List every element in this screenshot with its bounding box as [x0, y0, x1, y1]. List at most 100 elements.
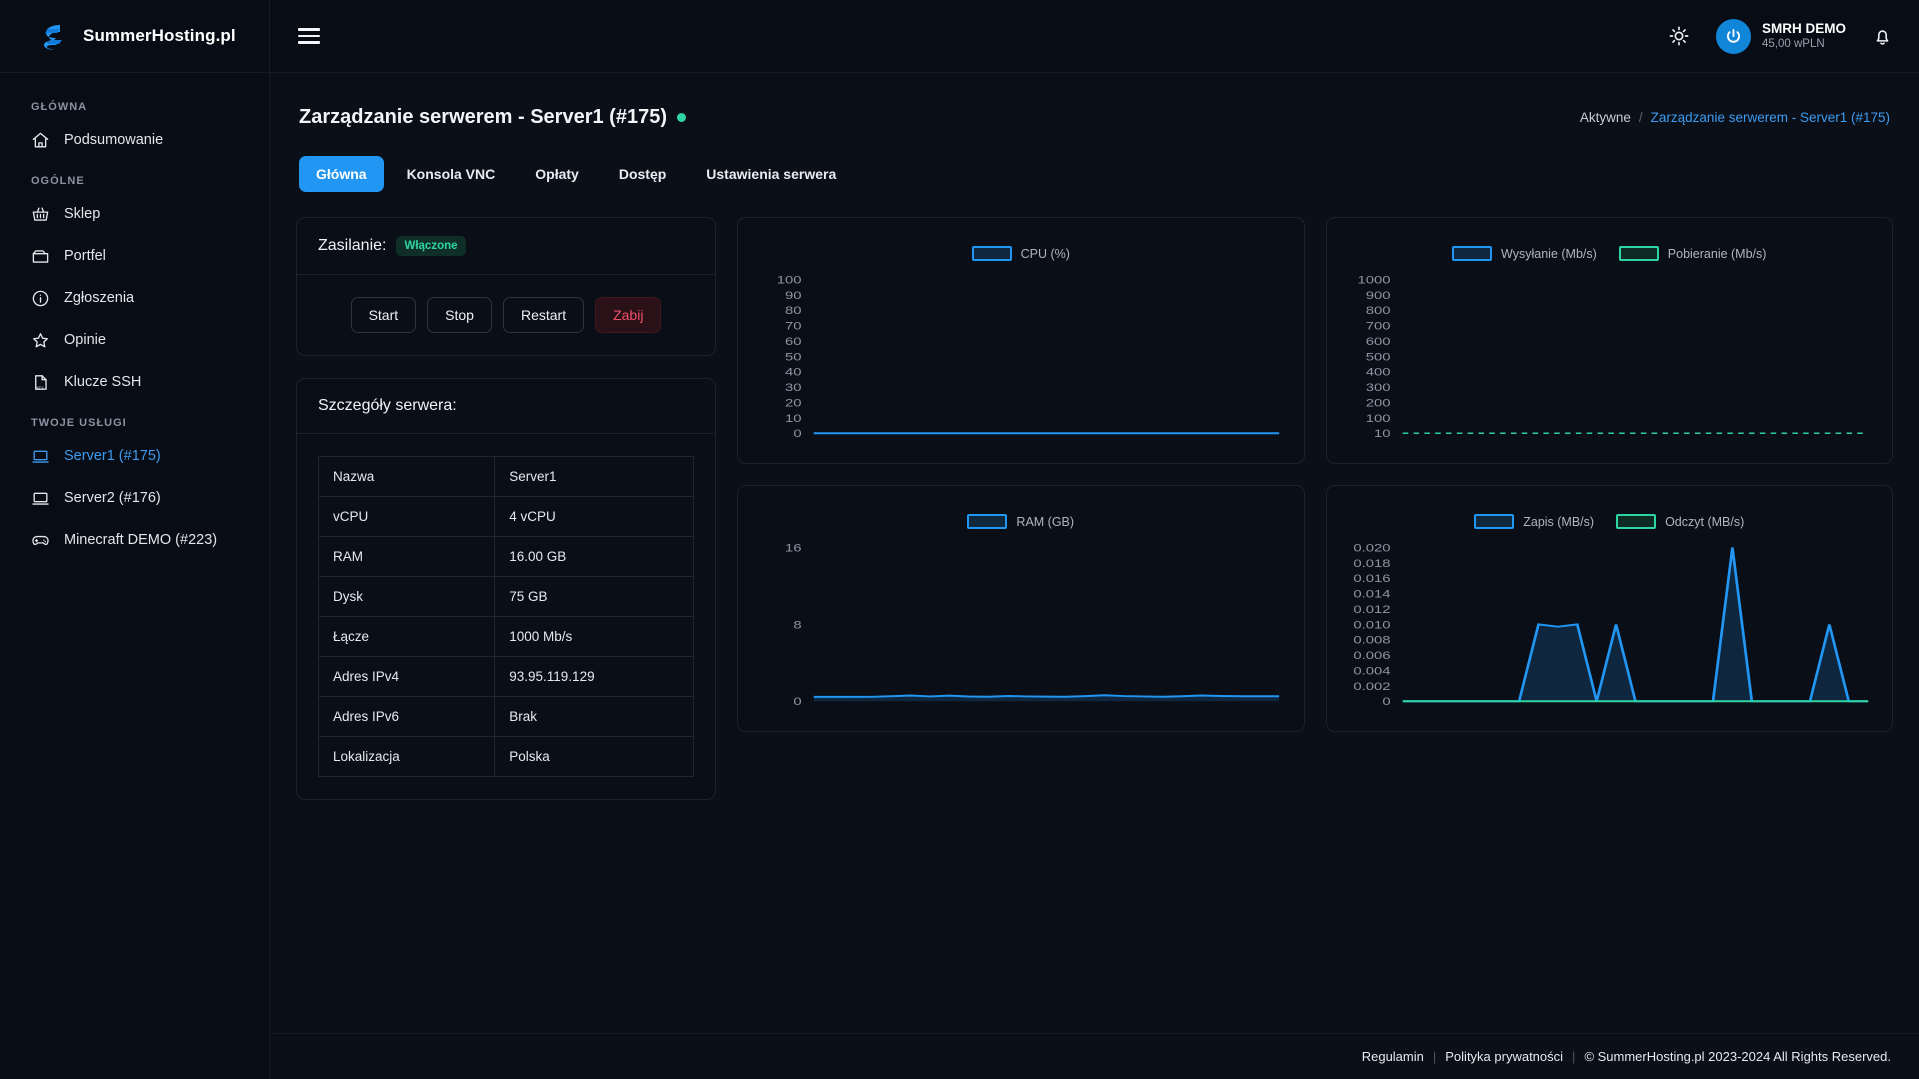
power-card: Zasilanie: Włączone Start Stop Restart Z…	[296, 217, 716, 356]
restart-button[interactable]: Restart	[502, 297, 585, 333]
tabs: Główna Konsola VNC Opłaty Dostęp Ustawie…	[299, 156, 1893, 192]
row-value: 16.00 GB	[494, 536, 694, 577]
footer-terms-link[interactable]: Regulamin	[1362, 1049, 1424, 1064]
sidebar-item-label: Server2 (#176)	[64, 490, 161, 506]
tab-dostep[interactable]: Dostęp	[602, 156, 683, 192]
page-header: Zarządzanie serwerem - Server1 (#175) Ak…	[296, 73, 1893, 129]
topbar: SMRH DEMO 45,00 wPLN	[270, 0, 1919, 73]
wallet-icon	[31, 247, 50, 266]
svg-text:900: 900	[1365, 289, 1390, 302]
sidebar-item-server2[interactable]: Server2 (#176)	[0, 477, 269, 519]
charts-row-top: CPU (%) 100 90 80 70 60 50 40 30 20 10 0 Wysyłanie…	[737, 217, 1893, 464]
footer-divider: |	[1432, 1049, 1437, 1064]
row-key: Adres IPv6	[317, 696, 496, 737]
footer-divider: |	[1572, 1049, 1576, 1064]
row-value: Brak	[494, 696, 694, 737]
page-title-text: Zarządzanie serwerem - Server1 (#175)	[299, 106, 667, 128]
server-details-table: Nazwa Server1 vCPU 4 vCPU RAM 16.00 GB Dysk…	[317, 456, 694, 777]
svg-text:0.002: 0.002	[1353, 680, 1390, 693]
power-label: Zasilanie:	[318, 237, 387, 254]
sidebar-item-sklep[interactable]: Sklep	[0, 193, 269, 235]
table-row: RAM 16.00 GB	[317, 536, 694, 577]
laptop-icon	[31, 447, 50, 466]
svg-text:50: 50	[785, 350, 802, 363]
row-key: RAM	[317, 536, 496, 577]
app-root: SummerHosting.pl GŁÓWNA Podsumowanie OGÓ…	[0, 0, 1919, 1079]
sidebar-item-label: Sklep	[64, 206, 101, 222]
sidebar-item-label: Minecraft DEMO (#223)	[64, 532, 218, 548]
row-key: Lokalizacja	[317, 736, 496, 777]
page-title: Zarządzanie serwerem - Server1 (#175)	[299, 106, 686, 129]
table-row: Łącze 1000 Mb/s	[317, 616, 694, 657]
info-circle-icon	[31, 289, 50, 308]
row-value: 75 GB	[494, 576, 694, 617]
server-details-body: Nazwa Server1 vCPU 4 vCPU RAM 16.00 GB Dysk…	[297, 434, 715, 799]
home-icon	[31, 131, 50, 150]
svg-text:0: 0	[793, 695, 801, 708]
sidebar-item-zgloszenia[interactable]: Zgłoszenia	[0, 277, 269, 319]
sidebar-item-opinie[interactable]: Opinie	[0, 319, 269, 361]
power-card-body: Start Stop Restart Zabij	[297, 275, 715, 355]
table-row: Dysk 75 GB	[317, 576, 694, 617]
svg-text:0.018: 0.018	[1353, 557, 1390, 570]
table-row: Lokalizacja Polska	[317, 736, 694, 777]
sidebar-nav: GŁÓWNA Podsumowanie OGÓLNE Sklep Portfel	[0, 73, 269, 561]
sidebar-item-label: Zgłoszenia	[64, 290, 135, 306]
row-value: 93.95.119.129	[494, 656, 694, 697]
ram-chart-plot: 1680	[785, 541, 1280, 708]
row-value: Server1	[494, 456, 694, 497]
disk-chart-plot: 0.020 0.018 0.016 0.014 0.012 0.010 0.008 0.006…	[1353, 541, 1868, 708]
tab-glowna[interactable]: Główna	[299, 156, 384, 192]
sidebar-item-server1[interactable]: Server1 (#175)	[0, 435, 269, 477]
power-status-badge: Włączone	[396, 236, 466, 256]
sidebar-item-klucze-ssh[interactable]: KEY Klucze SSH	[0, 361, 269, 403]
hamburger-icon[interactable]	[298, 28, 320, 44]
svg-text:0.012: 0.012	[1353, 603, 1390, 616]
tab-oplaty[interactable]: Opłaty	[518, 156, 596, 192]
power-avatar-icon	[1716, 18, 1751, 54]
svg-text:800: 800	[1365, 304, 1390, 317]
kill-button[interactable]: Zabij	[595, 297, 662, 333]
svg-text:100: 100	[777, 273, 802, 286]
sidebar-item-label: Opinie	[64, 332, 106, 348]
user-name: SMRH DEMO	[1762, 20, 1846, 36]
server-details-card: Szczegóły serwera: Nazwa Server1 vCPU 4 vC…	[296, 378, 716, 800]
breadcrumb-root[interactable]: Aktywne	[1580, 110, 1631, 125]
sidebar-item-podsumowanie[interactable]: Podsumowanie	[0, 119, 269, 161]
sidebar-item-portfel[interactable]: Portfel	[0, 235, 269, 277]
power-card-header: Zasilanie: Włączone	[297, 218, 715, 275]
network-chart-card: Wysyłanie (Mb/s) Pobieranie (Mb/s) 1000 9…	[1325, 217, 1893, 464]
row-key: Nazwa	[317, 456, 496, 497]
sidebar-item-minecraft-demo[interactable]: Minecraft DEMO (#223)	[0, 519, 269, 561]
footer-copyright: © SummerHosting.pl 2023-2024 All Rights …	[1584, 1049, 1891, 1064]
footer-privacy-link[interactable]: Polityka prywatności	[1445, 1049, 1563, 1064]
status-badge	[676, 113, 686, 122]
footer: Regulamin | Polityka prywatności | © Sum…	[270, 1033, 1919, 1079]
sidebar-section-glowna: GŁÓWNA	[31, 101, 88, 113]
svg-text:0: 0	[793, 427, 801, 440]
svg-text:90: 90	[785, 289, 802, 302]
row-value: Polska	[494, 736, 694, 777]
svg-text:600: 600	[1365, 335, 1390, 348]
table-row: Adres IPv4 93.95.119.129	[317, 656, 694, 697]
stop-button[interactable]: Stop	[427, 297, 492, 333]
breadcrumb-current[interactable]: Zarządzanie serwerem - Server1 (#175)	[1651, 110, 1890, 125]
brand[interactable]: SummerHosting.pl	[0, 0, 269, 73]
tab-ustawienia-serwera[interactable]: Ustawienia serwera	[689, 156, 853, 192]
table-row: Adres IPv6 Brak	[317, 696, 694, 737]
svg-text:100: 100	[1365, 412, 1390, 425]
bell-icon[interactable]	[1872, 25, 1893, 48]
user-menu[interactable]: SMRH DEMO 45,00 wPLN	[1716, 18, 1846, 54]
sun-icon[interactable]	[1668, 25, 1690, 47]
svg-text:700: 700	[1365, 320, 1390, 333]
sidebar-section-ogolne: OGÓLNE	[31, 175, 85, 187]
gamepad-icon	[31, 531, 50, 550]
tab-konsola-vnc[interactable]: Konsola VNC	[390, 156, 513, 192]
svg-text:200: 200	[1365, 396, 1390, 409]
sidebar-item-label: Podsumowanie	[64, 132, 164, 148]
svg-text:0.010: 0.010	[1353, 618, 1390, 631]
sidebar-item-label: Server1 (#175)	[64, 448, 161, 464]
topbar-actions: SMRH DEMO 45,00 wPLN	[1668, 18, 1893, 54]
start-button[interactable]: Start	[350, 297, 417, 333]
svg-text:0: 0	[1382, 695, 1390, 708]
